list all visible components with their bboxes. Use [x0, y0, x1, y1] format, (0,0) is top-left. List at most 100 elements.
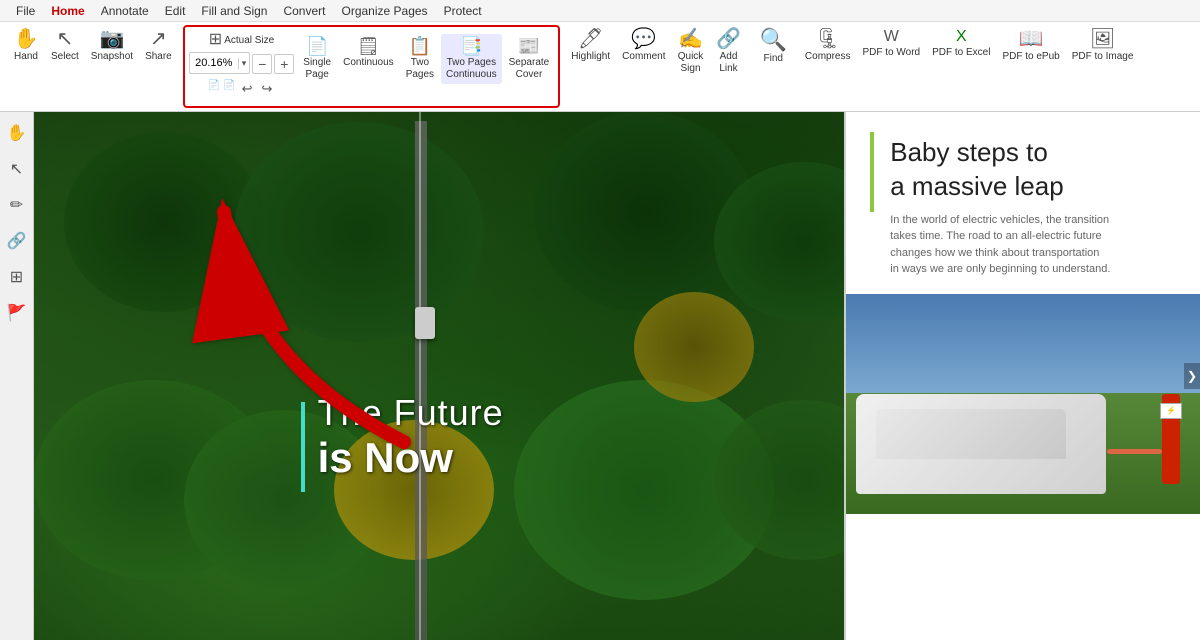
two-pages-icon: 📋 — [409, 37, 431, 55]
find-button[interactable]: 🔍 Find — [755, 26, 792, 68]
separate-cover-icon: 📰 — [518, 37, 540, 55]
left-sidebar: ✋ ↖ ✏ 🔗 ⊞ 🚩 — [0, 112, 34, 640]
menu-organize[interactable]: Organize Pages — [334, 2, 436, 20]
pdf-page-right: Baby steps to a massive leap In the worl… — [844, 112, 1200, 640]
pdf-to-epub-button[interactable]: 📖 PDF to ePub — [997, 26, 1064, 66]
headline-line1: Baby steps to — [890, 136, 1176, 170]
highlight-label: Highlight — [571, 51, 610, 63]
menu-edit[interactable]: Edit — [157, 2, 194, 20]
select-button[interactable]: ↖ Select — [46, 26, 84, 66]
right-page-top: Baby steps to a massive leap In the worl… — [846, 112, 1200, 294]
highlight-button[interactable]: 🖊 Highlight — [566, 26, 615, 66]
single-page-label: SinglePage — [303, 57, 331, 81]
quick-sign-button[interactable]: ✍ QuickSign — [673, 26, 709, 78]
hand-button[interactable]: ✋ Hand — [8, 26, 44, 66]
two-pages-cont-icon: 📑 — [460, 37, 482, 55]
separate-cover-button[interactable]: 📰 SeparateCover — [504, 34, 555, 84]
find-group: 🔍 Find — [751, 22, 796, 111]
scroll-right-arrow[interactable]: ❯ — [1184, 363, 1200, 389]
pdf-epub-icon: 📖 — [1019, 29, 1044, 49]
markup-group: 🖊 Highlight 💬 Comment ✍ QuickSign 🔗 AddL… — [562, 22, 750, 111]
actual-size-button[interactable]: ⊞ Actual Size — [207, 30, 276, 50]
sky-bg — [846, 294, 1200, 393]
highlight-icon: 🖊 — [578, 29, 603, 49]
zoom-in-button[interactable]: + — [274, 54, 294, 74]
sidebar-layers-icon[interactable]: ⊞ — [4, 264, 30, 290]
comment-button[interactable]: 💬 Comment — [617, 26, 670, 66]
pdf-to-excel-label: PDF to Excel — [932, 47, 990, 59]
snapshot-label: Snapshot — [91, 51, 133, 63]
menu-home[interactable]: Home — [43, 2, 92, 20]
pdf-to-word-label: PDF to Word — [863, 47, 921, 59]
pdf-word-icon: W — [884, 29, 899, 45]
pdf-to-image-label: PDF to Image — [1072, 51, 1134, 63]
undo-redo-row: 📄 📄 ↩ ↪ — [208, 80, 276, 98]
undo-button[interactable]: ↩ — [239, 80, 256, 98]
add-link-button[interactable]: 🔗 AddLink — [711, 26, 747, 78]
menu-annotate[interactable]: Annotate — [93, 2, 157, 20]
tree-cluster-autumn-2 — [634, 292, 754, 402]
tree-cluster-2 — [234, 122, 484, 342]
sidebar-cursor-icon[interactable]: ↖ — [4, 156, 30, 182]
page-icon-2: 📄 — [223, 80, 235, 98]
pdf-to-image-button[interactable]: 🖼 PDF to Image — [1067, 26, 1139, 66]
menu-protect[interactable]: Protect — [436, 2, 490, 20]
redo-button[interactable]: ↪ — [258, 80, 275, 98]
page-icon-1: 📄 — [208, 80, 220, 98]
share-label: Share — [145, 51, 172, 63]
zoom-out-button[interactable]: − — [252, 54, 272, 74]
view-group-highlighted: ⊞ Actual Size ▾ − + 📄 📄 ↩ ↪ — [183, 25, 560, 108]
forest-background — [34, 112, 844, 640]
two-pages-cont-button[interactable]: 📑 Two PagesContinuous — [441, 34, 502, 84]
actual-size-icon: ⊞ — [209, 32, 222, 48]
zoom-dropdown-arrow[interactable]: ▾ — [238, 58, 250, 69]
sidebar-link-icon[interactable]: 🔗 — [4, 228, 30, 254]
two-pages-cont-label: Two PagesContinuous — [446, 57, 497, 81]
right-headline: Baby steps to a massive leap — [870, 132, 1176, 204]
continuous-label: Continuous — [343, 57, 394, 69]
tools-group: ✋ Hand ↖ Select 📷 Snapshot ↗ Share — [4, 22, 181, 111]
continuous-button[interactable]: 🗒 Continuous — [338, 34, 399, 72]
share-icon: ↗ — [150, 29, 167, 49]
camera-icon: 📷 — [99, 29, 124, 49]
add-link-icon: 🔗 — [716, 29, 741, 49]
menu-convert[interactable]: Convert — [275, 2, 333, 20]
single-page-button[interactable]: 📄 SinglePage — [298, 34, 336, 84]
hand-icon: ✋ — [14, 29, 39, 49]
pdf-to-excel-button[interactable]: X PDF to Excel — [927, 26, 995, 62]
ribbon: ✋ Hand ↖ Select 📷 Snapshot ↗ Share ⊞ Act… — [0, 22, 1200, 112]
pdf-page-left: The Future is Now — [34, 112, 844, 640]
sidebar-pencil-icon[interactable]: ✏ — [4, 192, 30, 218]
compress-button[interactable]: 🗜 Compress — [800, 26, 856, 66]
quick-sign-label: QuickSign — [678, 51, 704, 75]
menu-bar: File Home Annotate Edit Fill and Sign Co… — [0, 0, 1200, 22]
car-image-area: ⚡ — [846, 294, 1200, 514]
quick-sign-icon: ✍ — [678, 29, 703, 49]
compress-icon: 🗜 — [815, 29, 840, 49]
car-vehicle — [415, 307, 435, 339]
cursor-icon: ↖ — [57, 29, 74, 49]
pdf-to-epub-label: PDF to ePub — [1002, 51, 1059, 63]
actual-size-label: Actual Size — [224, 35, 274, 47]
future-text: The Future — [318, 392, 504, 434]
page-text-overlay: The Future is Now — [318, 392, 504, 482]
road-center-line — [419, 112, 421, 640]
two-pages-button[interactable]: 📋 TwoPages — [401, 34, 439, 84]
car-roof — [876, 409, 1066, 459]
zoom-control[interactable]: ▾ — [189, 52, 251, 74]
pdf-to-word-button[interactable]: W PDF to Word — [858, 26, 926, 62]
sidebar-hand-icon[interactable]: ✋ — [4, 120, 30, 146]
compress-label: Compress — [805, 51, 851, 63]
menu-fill-sign[interactable]: Fill and Sign — [193, 2, 275, 20]
charger-cable — [1107, 449, 1162, 454]
share-button[interactable]: ↗ Share — [140, 26, 177, 66]
sidebar-flag-icon[interactable]: 🚩 — [4, 300, 30, 326]
charger-display: ⚡ — [1160, 403, 1182, 419]
menu-file[interactable]: File — [8, 2, 43, 20]
snapshot-button[interactable]: 📷 Snapshot — [86, 26, 138, 66]
find-label: Find — [763, 53, 782, 65]
headline-line2: a massive leap — [890, 170, 1176, 204]
find-icon: 🔍 — [760, 29, 787, 51]
separate-cover-label: SeparateCover — [509, 57, 550, 81]
zoom-input[interactable] — [190, 57, 238, 69]
